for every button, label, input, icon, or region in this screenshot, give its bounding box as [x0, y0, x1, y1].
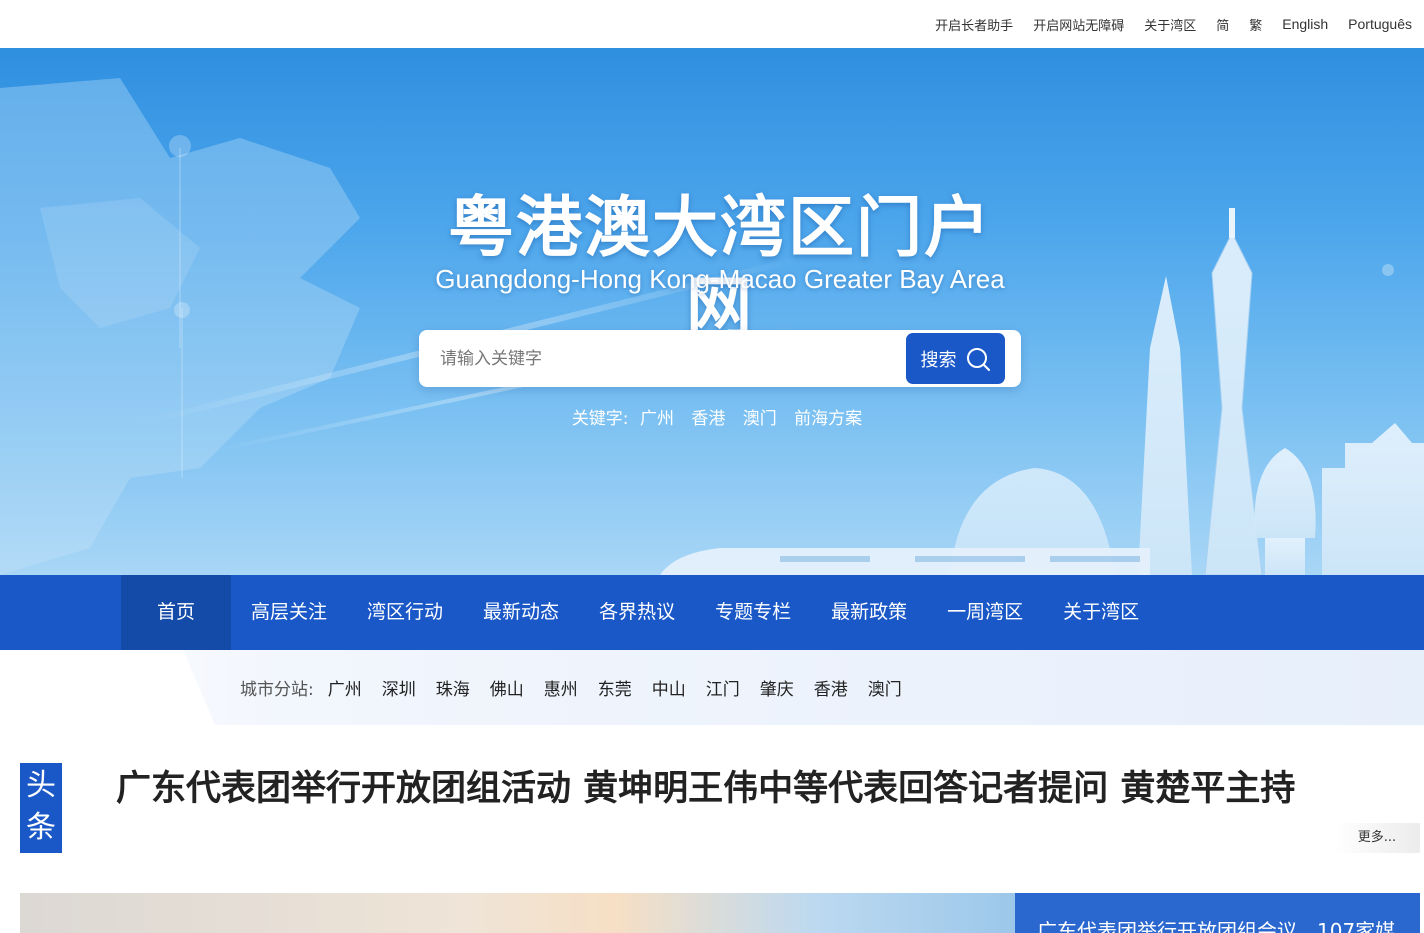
- nav-item-weekly[interactable]: 一周湾区: [927, 575, 1043, 650]
- feature-carousel[interactable]: 广东代表团举行开放团组会议，107家媒: [20, 893, 1420, 933]
- city-link-zhaoqing[interactable]: 肇庆: [760, 675, 794, 700]
- more-button[interactable]: 更多...: [1334, 823, 1420, 853]
- search-button-label: 搜索: [920, 349, 957, 370]
- headline-tag: 头条: [20, 763, 62, 853]
- city-substations-bar: 城市分站: 广州 深圳 珠海 佛山 惠州 东莞 中山 江门 肇庆 香港 澳门: [0, 650, 1424, 725]
- nav-item-special-topics[interactable]: 专题专栏: [695, 575, 811, 650]
- hero-banner: 粤港澳大湾区门户网 Guangdong-Hong Kong-Macao Grea…: [0, 48, 1424, 575]
- feature-image[interactable]: [20, 893, 1015, 933]
- about-bay-area-link[interactable]: 关于湾区: [1144, 15, 1196, 34]
- elder-assistant-link[interactable]: 开启长者助手: [935, 15, 1013, 34]
- nav-item-home[interactable]: 首页: [121, 575, 232, 650]
- city-link-jiangmen[interactable]: 江门: [706, 675, 740, 700]
- nav-item-latest-policies[interactable]: 最新政策: [811, 575, 927, 650]
- keyword-link[interactable]: 澳门: [743, 409, 777, 429]
- site-subtitle: Guangdong-Hong Kong-Macao Greater Bay Ar…: [435, 264, 1005, 294]
- nav-item-leadership[interactable]: 高层关注: [231, 575, 347, 650]
- keyword-link[interactable]: 广州: [640, 409, 674, 429]
- keyword-link[interactable]: 前海方案: [794, 409, 862, 429]
- search-button[interactable]: 搜索: [906, 333, 1005, 384]
- search-icon: [966, 347, 990, 371]
- simplified-chinese-link[interactable]: 简: [1216, 15, 1229, 34]
- keywords-label: 关键字:: [571, 409, 629, 429]
- city-link-dongguan[interactable]: 东莞: [598, 675, 632, 700]
- city-link-zhongshan[interactable]: 中山: [652, 675, 686, 700]
- city-link-guangzhou[interactable]: 广州: [328, 675, 362, 700]
- feature-caption[interactable]: 广东代表团举行开放团组会议，107家媒: [1037, 915, 1395, 933]
- top-utility-bar: 开启长者助手 开启网站无障碍 关于湾区 简 繁 English Portuguê…: [0, 0, 1424, 48]
- keyword-link[interactable]: 香港: [691, 409, 725, 429]
- nav-item-latest-news[interactable]: 最新动态: [463, 575, 579, 650]
- hot-keywords: 关键字: 广州 香港 澳门 前海方案: [419, 404, 1021, 429]
- search-box: 搜索: [419, 330, 1021, 387]
- search-input[interactable]: [419, 330, 899, 387]
- headline-link[interactable]: 广东代表团举行开放团组活动 黄坤明王伟中等代表回答记者提问 黄楚平主持: [116, 764, 1376, 814]
- city-link-shenzhen[interactable]: 深圳: [382, 675, 416, 700]
- english-link[interactable]: English: [1282, 16, 1328, 32]
- city-link-macao[interactable]: 澳门: [868, 675, 902, 700]
- city-bar-slant: [0, 650, 215, 725]
- city-link-foshan[interactable]: 佛山: [490, 675, 524, 700]
- accessibility-link[interactable]: 开启网站无障碍: [1033, 15, 1124, 34]
- nav-item-public-discussion[interactable]: 各界热议: [579, 575, 695, 650]
- nav-item-about[interactable]: 关于湾区: [1043, 575, 1159, 650]
- city-link-huizhou[interactable]: 惠州: [544, 675, 578, 700]
- traditional-chinese-link[interactable]: 繁: [1249, 15, 1262, 34]
- portuguese-link[interactable]: Português: [1348, 16, 1412, 32]
- main-nav: 首页 高层关注 湾区行动 最新动态 各界热议 专题专栏 最新政策 一周湾区 关于…: [0, 575, 1424, 650]
- nav-item-bay-actions[interactable]: 湾区行动: [347, 575, 463, 650]
- city-label: 城市分站:: [240, 680, 314, 700]
- city-link-zhuhai[interactable]: 珠海: [436, 675, 470, 700]
- city-link-hongkong[interactable]: 香港: [814, 675, 848, 700]
